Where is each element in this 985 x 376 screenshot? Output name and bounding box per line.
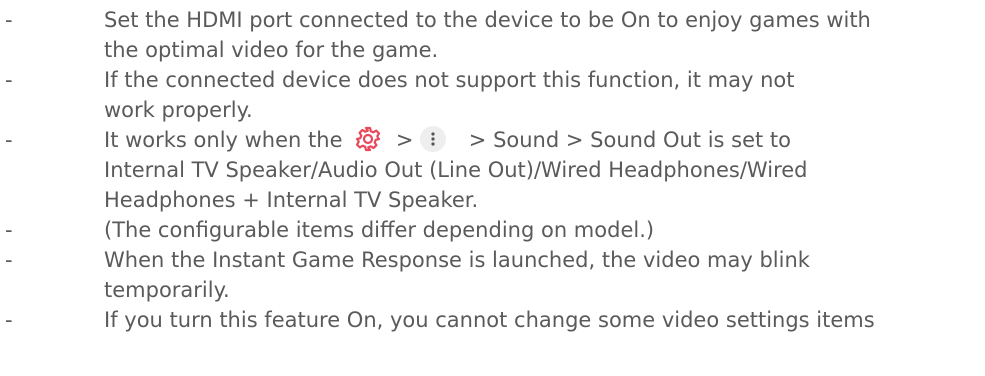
bullet-dash: - [5,308,13,332]
note-text-between-icons: > [389,128,421,152]
instruction-notes-page: - Set the HDMI port connected to the dev… [0,0,985,376]
note-line: Internal TV Speaker/Audio Out (Line Out)… [104,158,808,182]
note-line: Headphones + Internal TV Speaker. [104,188,479,212]
note-item-video-settings: - If you turn this feature On, you canno… [0,305,985,335]
note-line: Set the HDMI port connected to the devic… [104,8,871,32]
bullet-dash: - [5,248,13,272]
note-line-with-icons: It works only when the > > Sound > Sound… [104,125,975,155]
gear-icon [355,126,381,152]
note-line: When the Instant Game Response is launch… [104,248,810,272]
note-item-device-support: - If the connected device does not suppo… [0,65,985,125]
note-line: the optimal video for the game. [104,38,439,62]
note-line: (The configurable items differ depending… [104,218,655,242]
note-line: If the connected device does not support… [104,68,795,92]
note-item-configurable-items: - (The configurable items differ dependi… [0,215,985,245]
note-text-before-icon: It works only when the [104,128,350,152]
bullet-dash: - [5,8,13,32]
note-line: temporarily. [104,278,230,302]
note-text-after-icons: > Sound > Sound Out is set to [462,128,791,152]
note-line: If you turn this feature On, you cannot … [104,308,875,332]
note-item-video-blink: - When the Instant Game Response is laun… [0,245,985,305]
notes-list: - Set the HDMI port connected to the dev… [0,5,985,335]
bullet-dash: - [5,218,13,242]
bullet-dash: - [5,68,13,92]
bullet-dash: - [5,128,13,152]
note-item-hdmi-port: - Set the HDMI port connected to the dev… [0,5,985,65]
note-item-sound-out: - It works only when the > > Sound > Sou… [0,125,985,215]
more-options-icon [420,126,447,152]
note-line: work properly. [104,98,253,122]
